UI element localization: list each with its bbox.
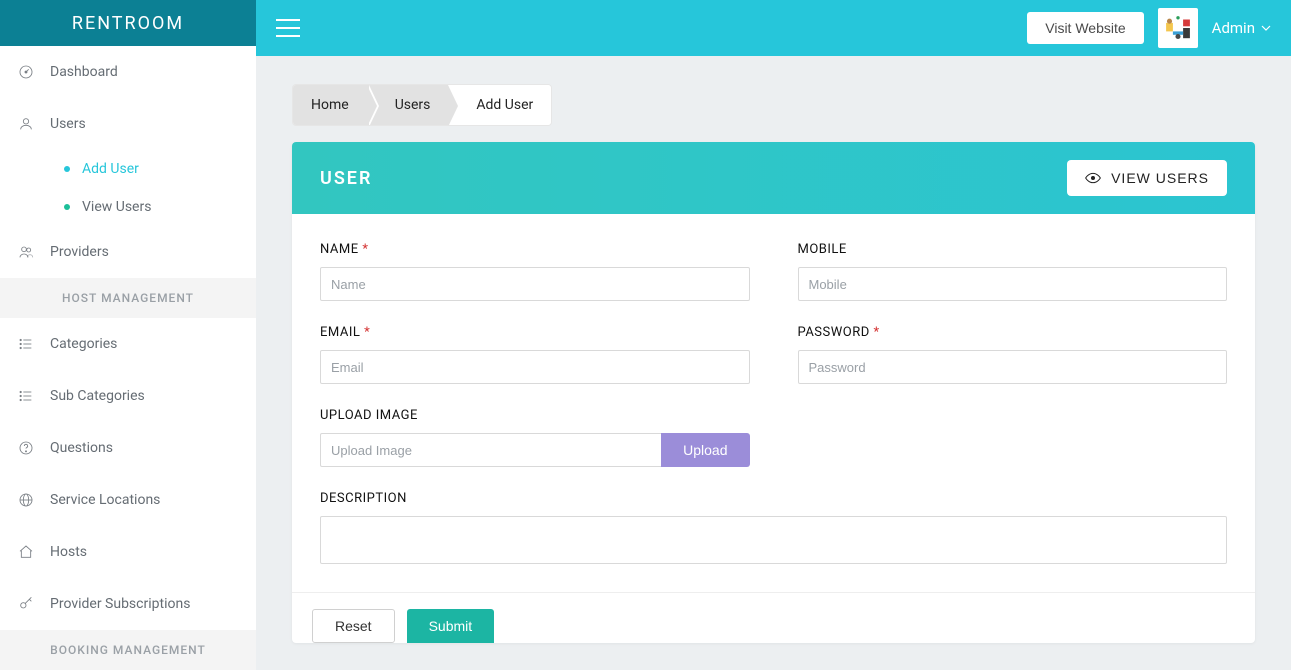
key-icon [16, 596, 36, 612]
view-users-button[interactable]: VIEW USERS [1067, 160, 1227, 196]
submit-button[interactable]: Submit [407, 609, 495, 643]
sidebar-item-label: Hosts [50, 544, 87, 560]
required-marker: * [364, 325, 370, 340]
header: Visit Website Admin [256, 0, 1291, 56]
nav-section-host-management: HOST MANAGEMENT [0, 278, 256, 318]
breadcrumb: Home Users Add User [292, 84, 552, 126]
required-marker: * [362, 242, 368, 257]
header-right: Visit Website Admin [1027, 8, 1271, 48]
field-password: PASSWORD * [798, 325, 1228, 384]
question-icon [16, 440, 36, 456]
sidebar-item-service-locations[interactable]: Service Locations [0, 474, 256, 526]
required-marker: * [874, 325, 880, 340]
sidebar-item-sub-categories[interactable]: Sub Categories [0, 370, 256, 422]
list-icon [16, 388, 36, 404]
admin-dropdown[interactable]: Admin [1212, 19, 1271, 37]
nav-section-booking-management: BOOKING MANAGEMENT [0, 630, 256, 670]
card-body: NAME * MOBILE EMAIL * [292, 214, 1255, 592]
password-label: PASSWORD * [798, 325, 1228, 340]
sidebar-item-label: Categories [50, 336, 117, 352]
sidebar-item-questions[interactable]: Questions [0, 422, 256, 474]
field-upload-image: UPLOAD IMAGE Upload [320, 408, 750, 467]
field-name: NAME * [320, 242, 750, 301]
field-description: DESCRIPTION [320, 491, 1227, 564]
sidebar-item-provider-subscriptions[interactable]: Provider Subscriptions [0, 578, 256, 630]
name-label: NAME * [320, 242, 750, 257]
password-input[interactable] [798, 350, 1228, 384]
sidebar-item-label: Questions [50, 440, 113, 456]
dot-icon [64, 204, 70, 210]
sidebar-item-label: Sub Categories [50, 388, 145, 404]
brand-logo[interactable]: RENTROOM [0, 0, 256, 46]
upload-label: UPLOAD IMAGE [320, 408, 750, 423]
dashboard-icon [16, 64, 36, 80]
active-dot-icon [64, 166, 70, 172]
hamburger-icon[interactable] [276, 19, 300, 37]
description-label: DESCRIPTION [320, 491, 1227, 506]
sidebar-sub-users: Add User View Users [0, 150, 256, 226]
user-icon [16, 116, 36, 132]
avatar[interactable] [1158, 8, 1198, 48]
sidebar-item-label: Providers [50, 244, 109, 260]
mobile-input[interactable] [798, 267, 1228, 301]
sidebar-item-add-user[interactable]: Add User [64, 150, 256, 188]
chevron-down-icon [1261, 25, 1271, 31]
sidebar: RENTROOM Dashboard Users Add User [0, 0, 256, 670]
email-label: EMAIL * [320, 325, 750, 340]
upload-image-input[interactable] [320, 433, 661, 467]
globe-icon [16, 492, 36, 508]
sidebar-item-label: Service Locations [50, 492, 160, 508]
eye-icon [1085, 172, 1101, 184]
sidebar-item-users[interactable]: Users [0, 98, 256, 150]
sidebar-item-hosts[interactable]: Hosts [0, 526, 256, 578]
content: Home Users Add User USER VIEW USERS [256, 56, 1291, 670]
breadcrumb-users[interactable]: Users [367, 85, 449, 125]
main: Visit Website Admin [256, 0, 1291, 670]
home-icon [16, 544, 36, 560]
card-title: USER [320, 168, 372, 189]
sidebar-item-providers[interactable]: Providers [0, 226, 256, 278]
card-actions: Reset Submit [292, 592, 1255, 643]
sidebar-item-label: Users [50, 116, 86, 132]
email-input[interactable] [320, 350, 750, 384]
sidebar-item-label: Dashboard [50, 64, 118, 80]
sidebar-item-label: Add User [82, 161, 139, 177]
upload-button[interactable]: Upload [661, 433, 749, 467]
mobile-label: MOBILE [798, 242, 1228, 257]
name-input[interactable] [320, 267, 750, 301]
sidebar-item-categories[interactable]: Categories [0, 318, 256, 370]
visit-website-button[interactable]: Visit Website [1027, 12, 1143, 44]
sidebar-item-label: View Users [82, 199, 151, 215]
breadcrumb-home[interactable]: Home [293, 85, 367, 125]
sidebar-nav: Dashboard Users Add User View Users [0, 46, 256, 670]
sidebar-item-dashboard[interactable]: Dashboard [0, 46, 256, 98]
users-icon [16, 244, 36, 260]
field-mobile: MOBILE [798, 242, 1228, 301]
user-card: USER VIEW USERS NAME * [292, 142, 1255, 643]
sidebar-item-label: Provider Subscriptions [50, 596, 190, 612]
field-email: EMAIL * [320, 325, 750, 384]
reset-button[interactable]: Reset [312, 609, 395, 643]
view-users-label: VIEW USERS [1111, 170, 1209, 186]
admin-label: Admin [1212, 19, 1255, 37]
sidebar-item-view-users[interactable]: View Users [64, 188, 256, 226]
description-input[interactable] [320, 516, 1227, 564]
breadcrumb-add-user: Add User [448, 85, 551, 125]
card-header: USER VIEW USERS [292, 142, 1255, 214]
list-icon [16, 336, 36, 352]
